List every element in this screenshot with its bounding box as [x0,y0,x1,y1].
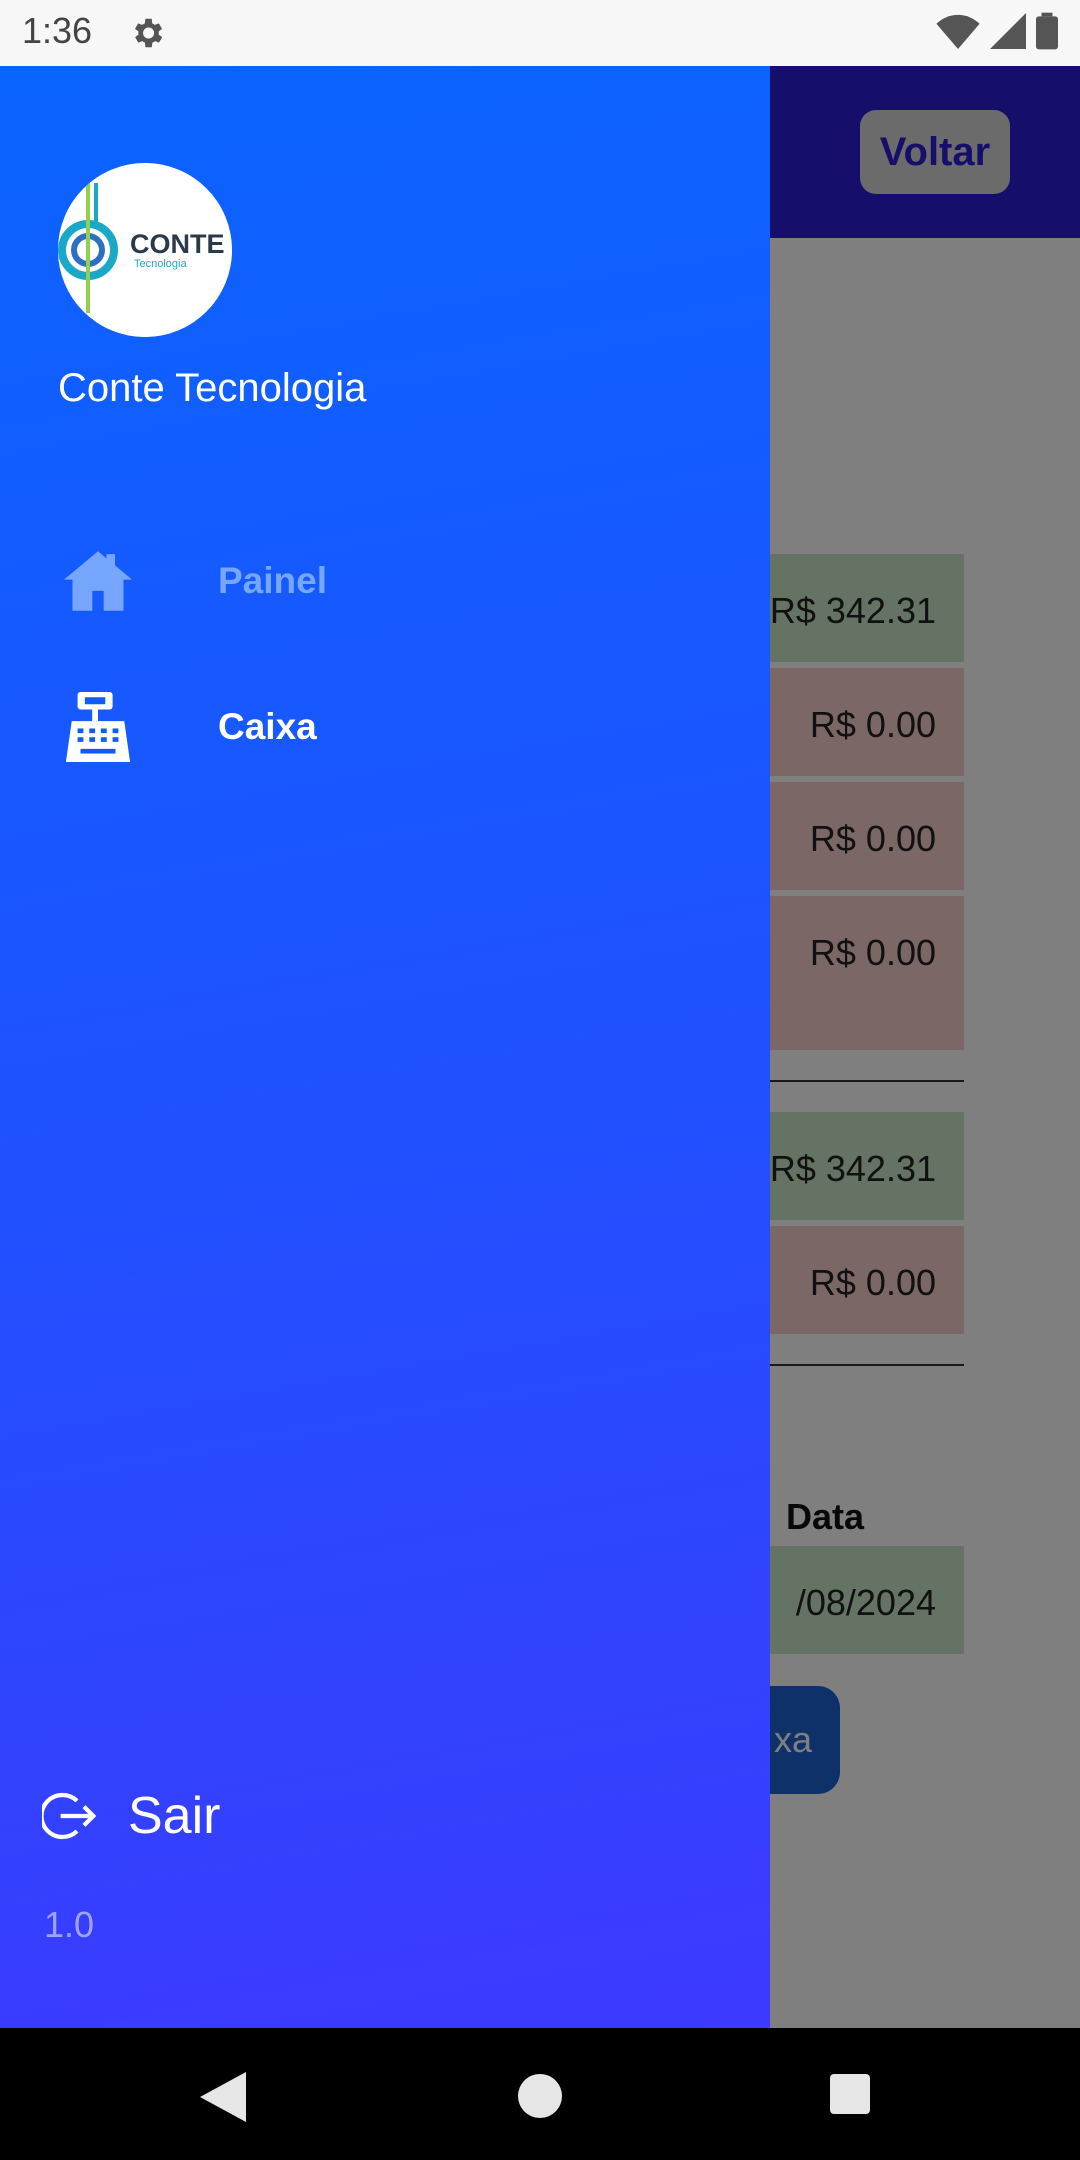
conte-logo-icon: CONTE Tecnologia [58,163,232,337]
status-icons [936,12,1058,50]
app-version: 1.0 [44,1904,95,1945]
svg-text:Tecnologia: Tecnologia [134,258,187,270]
drawer-item-label: Painel [218,560,327,601]
wifi-icon [936,14,980,49]
status-time: 1:36 [22,10,93,51]
cash-register-icon [58,687,138,767]
gear-icon [134,18,163,48]
home-nav-icon[interactable] [518,2074,562,2118]
drawer-item-label: Caixa [218,706,317,747]
back-nav-icon[interactable] [200,2072,246,2122]
logout-button[interactable]: Sair [42,1786,220,1846]
battery-icon [1036,12,1058,50]
home-icon [58,541,138,621]
navigation-drawer: CONTE Tecnologia Conte Tecnologia Painel [0,66,770,2028]
status-bar: 1:36 [0,0,1080,66]
company-logo: CONTE Tecnologia [58,163,232,337]
system-nav-bar [0,2028,1080,2160]
svg-text:CONTE: CONTE [130,229,225,259]
logout-icon [42,1792,97,1840]
logout-label: Sair [128,1787,221,1845]
drawer-item-painel[interactable]: Painel [58,526,738,636]
company-name: Conte Tecnologia [58,366,367,410]
signal-icon [990,13,1026,49]
recents-nav-icon[interactable] [830,2074,870,2114]
drawer-item-caixa[interactable]: Caixa [58,672,738,782]
